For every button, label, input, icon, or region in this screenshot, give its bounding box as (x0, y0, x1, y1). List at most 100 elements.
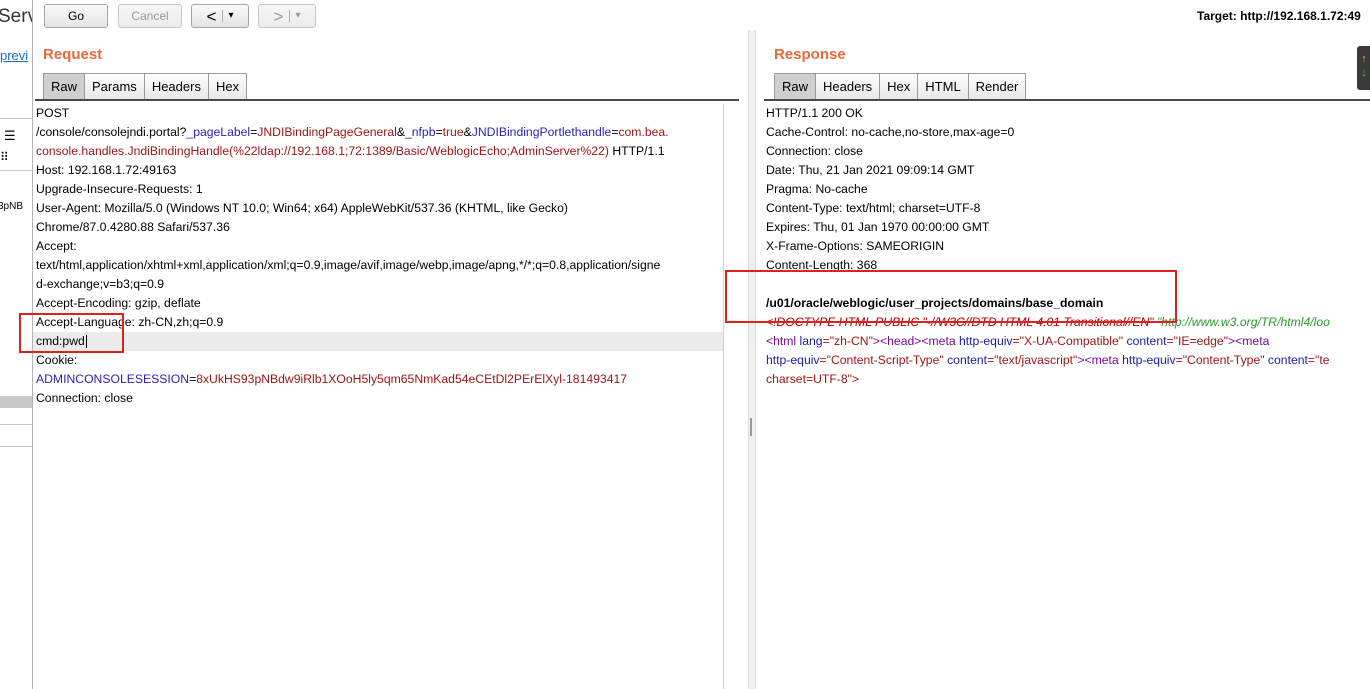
request-line: /console/consolejndi.portal?_pageLabel = J… (33, 123, 723, 142)
response-tab-headers[interactable]: Headers (815, 73, 880, 99)
html-attr-value: ="te (1307, 353, 1330, 367)
divider-grip-icon[interactable] (750, 418, 752, 436)
request-protocol: HTTP/1.1 (608, 144, 665, 158)
repeater-window: Go Cancel < ▾ > ▾ Target: http://192.168… (19, 0, 1370, 689)
doctype-url: "http://www.w3.org/TR/html4/loo (1153, 315, 1330, 329)
split-divider[interactable] (748, 30, 756, 689)
html-attr: http-equiv (1118, 353, 1176, 367)
html-attr: http-equiv (955, 334, 1013, 348)
request-line: POST (33, 104, 723, 123)
navigate-arrows-icon[interactable]: ↑ ↓ (1357, 46, 1370, 90)
param-amp: & (396, 125, 405, 139)
back-arrow-icon: < (206, 6, 217, 26)
html-attr-value: ="IE=edge" (1166, 334, 1229, 348)
request-line: Accept: (36, 239, 77, 253)
background-title-fragment: Serv (0, 6, 32, 27)
html-attr: content (1123, 334, 1167, 348)
html-attr-value: ="Content-Type" (1175, 353, 1265, 367)
html-attr: http-equiv (766, 353, 820, 367)
param-value: true (442, 125, 464, 139)
forward-button[interactable]: > ▾ (258, 4, 316, 28)
param-amp: & (463, 125, 472, 139)
response-line: Expires: Thu, 01 Jan 1970 00:00:00 GMT (766, 220, 990, 234)
go-button[interactable]: Go (44, 4, 108, 28)
grid-icon: ⠿ (0, 150, 9, 164)
response-line: HTTP/1.1 200 OK (766, 106, 863, 120)
request-tab-hex[interactable]: Hex (207, 73, 248, 99)
html-attr: content (943, 353, 988, 367)
response-line: Cache-Control: no-cache,no-store,max-age… (766, 125, 1015, 139)
request-path: /console/consolejndi.portal? (36, 125, 187, 139)
response-tab-underline (764, 99, 1370, 101)
background-link-fragment[interactable]: previ (0, 48, 28, 63)
html-attr-value: charset=UTF-8"> (766, 372, 860, 386)
request-line: ADMINCONSOLESESSION=8xUkHS93pNBdw9iRlb1X… (33, 370, 723, 389)
html-attr-value: ="X-UA-Compatible" (1012, 334, 1124, 348)
request-line: Host: 192.168.1.72:49163 (36, 163, 177, 177)
request-editor[interactable]: POST /console/consolejndi.portal?_pageLa… (33, 104, 724, 408)
request-line: Upgrade-Insecure-Requests: 1 (36, 182, 203, 196)
background-session-fragment: 3pNB (0, 201, 24, 212)
request-line: Accept-Language: zh-CN,zh;q=0.9 (36, 315, 224, 329)
background-scrollbar[interactable] (0, 396, 32, 408)
background-separator (0, 170, 32, 171)
response-line: X-Frame-Options: SAMEORIGIN (766, 239, 945, 253)
cookie-value: 8xUkHS93pNBdw9iRlb1XOoH5ly5qm65NmKad54eC… (196, 372, 628, 386)
go-label: Go (67, 9, 84, 23)
param-name: _pageLabel (186, 125, 251, 139)
request-tabbar: Raw Params Headers Hex (43, 73, 248, 99)
request-tab-raw[interactable]: Raw (43, 73, 85, 99)
request-line: Accept-Encoding: gzip, deflate (36, 296, 201, 310)
cancel-button[interactable]: Cancel (118, 4, 182, 28)
response-line: http-equiv="Content-Script-Type" content… (763, 351, 1369, 370)
param-name: _nfpb (404, 125, 436, 139)
request-line: Connection: close (36, 391, 133, 405)
target-label[interactable]: Target: http://192.168.1.72:49 (1197, 9, 1361, 23)
request-tab-params[interactable]: Params (84, 73, 144, 99)
align-icon: ☰ (4, 128, 16, 143)
response-tab-html[interactable]: HTML (917, 73, 968, 99)
html-attr: content (1264, 353, 1308, 367)
html-tag: > (872, 334, 881, 348)
html-attr-value: ="Content-Script-Type" (819, 353, 944, 367)
background-separator (0, 446, 32, 447)
html-attr-value: ="zh-CN" (822, 334, 873, 348)
request-tab-headers[interactable]: Headers (143, 73, 208, 99)
response-tabbar: Raw Headers Hex HTML Render (774, 73, 1027, 99)
request-line: console.handles.JndiBindingHandle(%22lda… (33, 142, 723, 161)
html-tag: <meta (1235, 334, 1270, 348)
response-line: Pragma: No-cache (766, 182, 868, 196)
response-line: <html lang="zh-CN"><head><meta http-equi… (763, 332, 1369, 351)
request-line: User-Agent: Mozilla/5.0 (Windows NT 10.0… (36, 201, 568, 215)
cancel-label: Cancel (131, 9, 169, 23)
result-highlight-box (725, 270, 1177, 323)
request-line: Chrome/87.0.4280.88 Safari/537.36 (36, 220, 230, 234)
response-line: charset=UTF-8"> (763, 370, 1369, 389)
down-arrow-icon[interactable]: ↓ (1357, 66, 1370, 80)
response-title: Response (774, 46, 846, 63)
background-separator (0, 424, 32, 425)
response-editor[interactable]: HTTP/1.1 200 OK Cache-Control: no-cache,… (763, 104, 1369, 389)
request-title: Request (43, 46, 103, 63)
param-value: com.bea. (618, 125, 669, 139)
back-dropdown-icon[interactable]: ▾ (222, 10, 233, 22)
response-tab-raw[interactable]: Raw (774, 73, 816, 99)
request-line: Cookie: (36, 353, 78, 367)
param-value: JNDIBindingPageGeneral (257, 125, 397, 139)
up-arrow-icon[interactable]: ↑ (1357, 52, 1370, 66)
html-tag: <meta (921, 334, 956, 348)
request-line: text/html,application/xhtml+xml,applicat… (36, 258, 661, 272)
response-tab-hex[interactable]: Hex (879, 73, 918, 99)
response-line: Content-Type: text/html; charset=UTF-8 (766, 201, 981, 215)
response-line: Connection: close (766, 144, 863, 158)
html-tag: <meta (1084, 353, 1119, 367)
back-button[interactable]: < ▾ (191, 4, 249, 28)
html-tag: <html (766, 334, 797, 348)
background-separator (0, 118, 32, 119)
response-line: Date: Thu, 21 Jan 2021 09:09:14 GMT (766, 163, 975, 177)
response-tab-render[interactable]: Render (967, 73, 1027, 99)
html-tag: <head> (880, 334, 922, 348)
request-line-cmd: cmd:pwd (33, 332, 724, 351)
param-eq: = (435, 125, 443, 139)
forward-dropdown-icon[interactable]: ▾ (289, 10, 300, 22)
